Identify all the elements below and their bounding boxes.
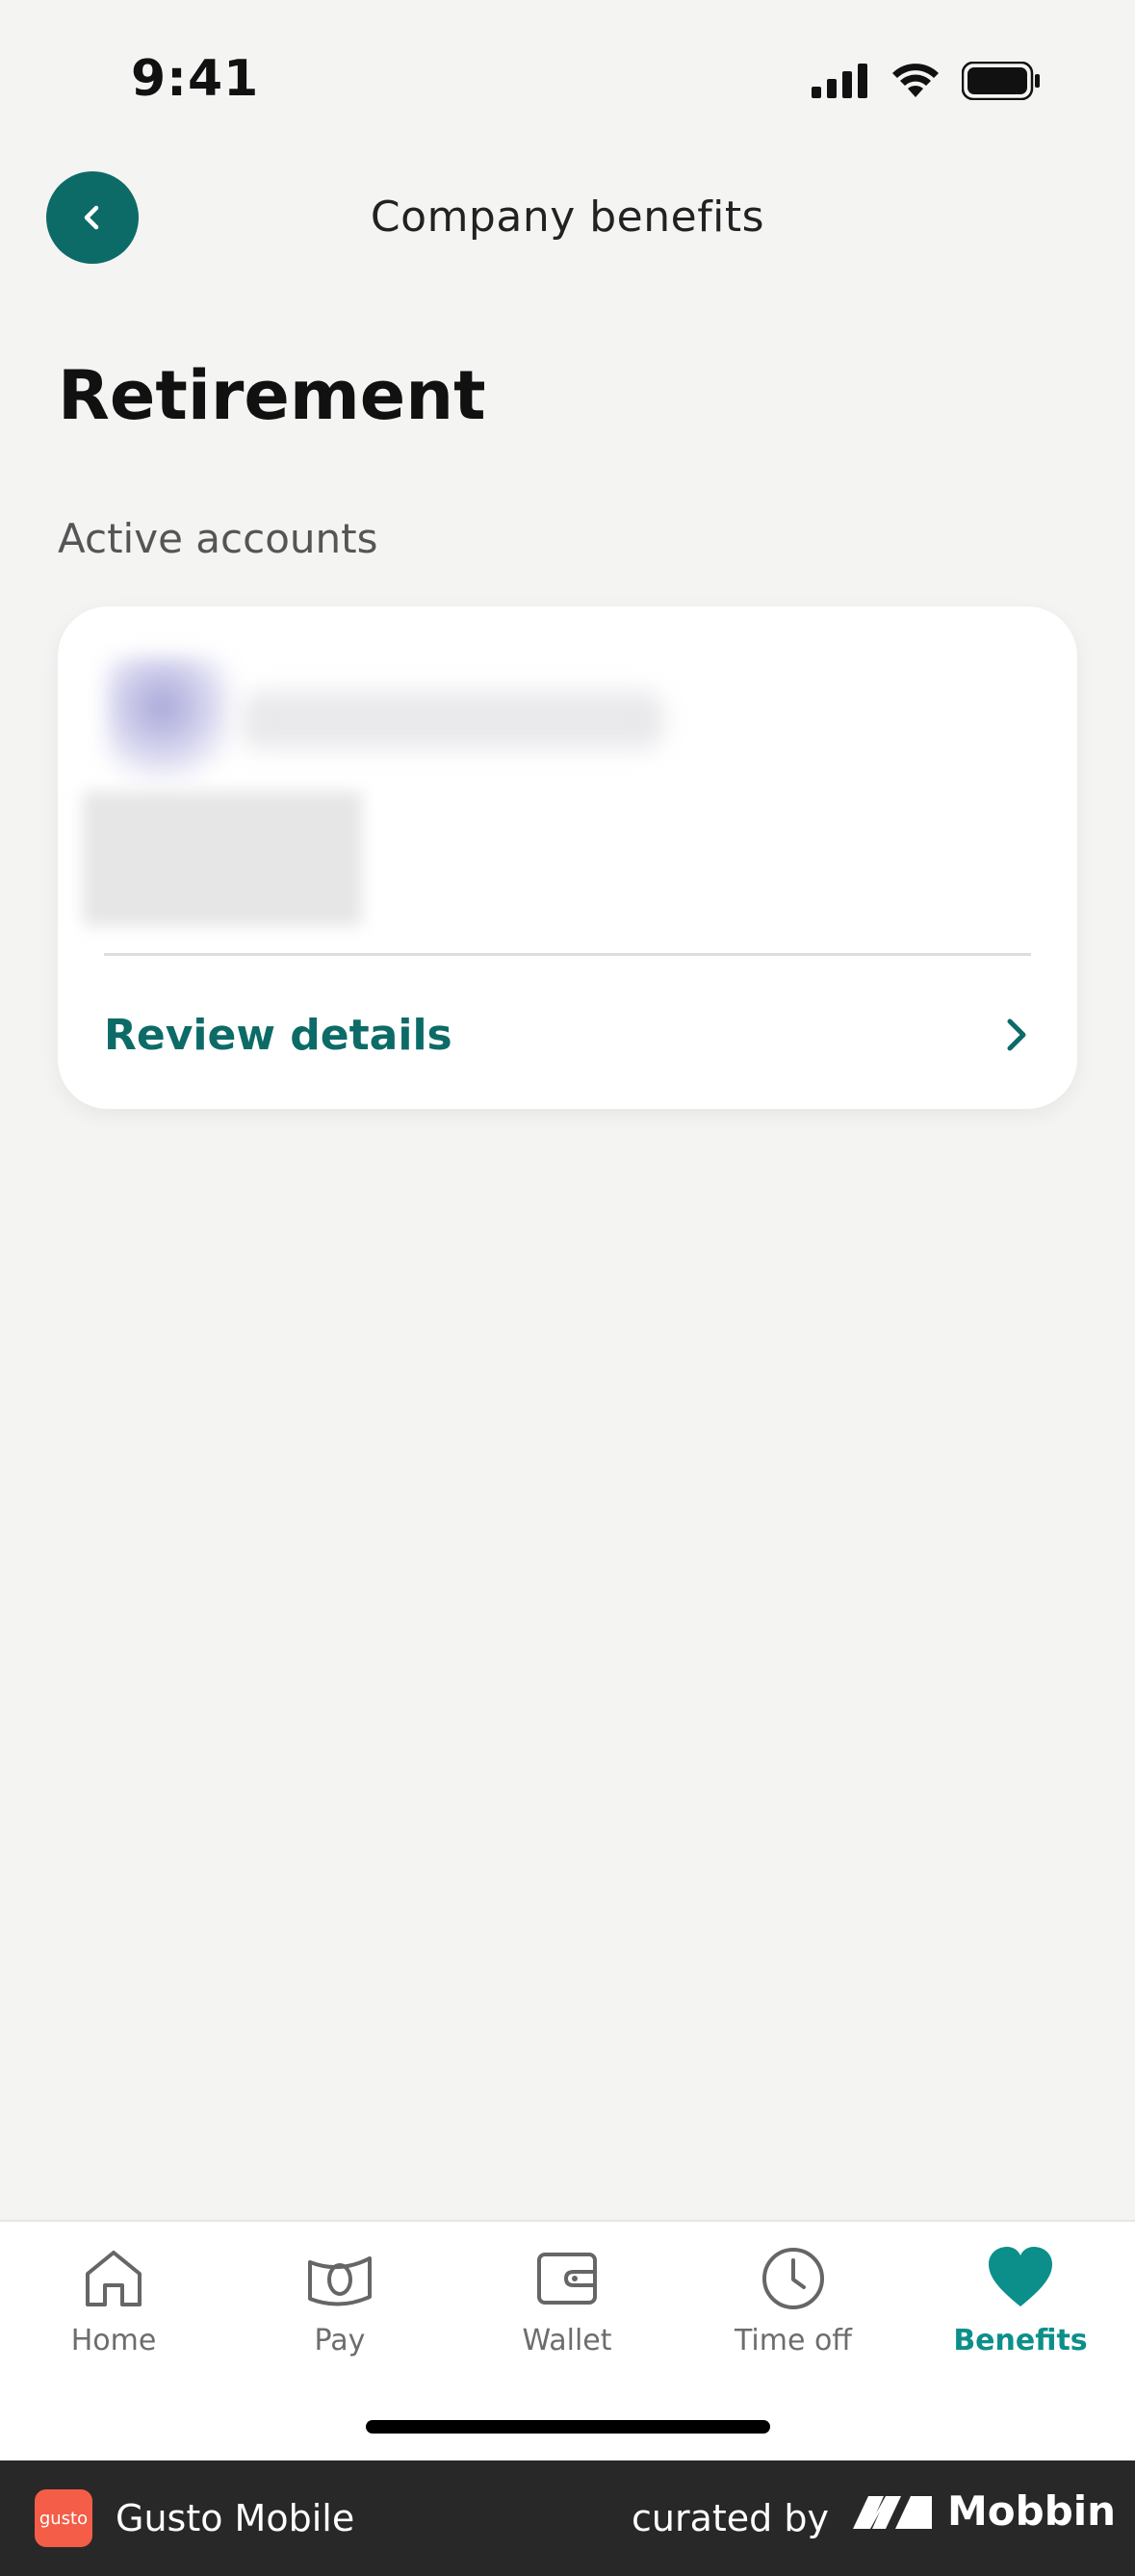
tab-pay[interactable]: Pay xyxy=(244,2245,436,2357)
account-balance-blurred xyxy=(83,791,362,926)
status-bar: 9:41 xyxy=(0,0,1135,164)
money-icon xyxy=(308,2256,372,2306)
wifi-icon xyxy=(892,64,939,97)
card-divider xyxy=(104,953,1031,956)
tab-time-off[interactable]: Time off xyxy=(697,2245,890,2357)
account-card: Review details xyxy=(58,606,1077,1109)
section-label: Active accounts xyxy=(58,515,378,562)
account-logo-blurred xyxy=(106,657,231,782)
footer-bar: gusto Gusto Mobile curated by Mobbin xyxy=(0,2460,1135,2576)
home-icon xyxy=(86,2251,142,2306)
tab-wallet-label: Wallet xyxy=(522,2324,612,2357)
mobbin-logo-icon xyxy=(853,2495,932,2529)
tab-pay-label: Pay xyxy=(314,2324,366,2357)
footer-curated-by: curated by xyxy=(632,2497,829,2539)
status-time: 9:41 xyxy=(131,50,260,108)
review-details-label: Review details xyxy=(104,1010,452,1060)
battery-icon xyxy=(962,62,1040,100)
wallet-icon xyxy=(537,2253,597,2305)
mobbin-brand: Mobbin xyxy=(851,2487,1116,2535)
home-indicator xyxy=(366,2420,770,2434)
page-title: Retirement xyxy=(58,356,486,435)
mobbin-text: Mobbin xyxy=(947,2487,1117,2535)
review-details-link[interactable]: Review details xyxy=(104,972,1031,1097)
footer-app-name: Gusto Mobile xyxy=(116,2497,355,2539)
heart-icon xyxy=(989,2247,1052,2306)
nav-header: Company benefits xyxy=(0,164,1135,279)
status-icons xyxy=(812,62,1041,100)
tab-wallet[interactable]: Wallet xyxy=(471,2245,663,2357)
chevron-right-icon xyxy=(1007,1018,1026,1051)
tab-benefits[interactable]: Benefits xyxy=(924,2245,1117,2357)
header-title: Company benefits xyxy=(370,193,765,242)
clock-icon xyxy=(762,2248,824,2309)
tab-benefits-label: Benefits xyxy=(953,2324,1088,2357)
account-name-blurred xyxy=(241,691,664,749)
tab-home-label: Home xyxy=(70,2324,157,2357)
tab-time-off-label: Time off xyxy=(735,2324,852,2357)
tab-home[interactable]: Home xyxy=(17,2245,210,2357)
signal-icon xyxy=(812,64,867,98)
gusto-logo: gusto xyxy=(35,2489,92,2547)
